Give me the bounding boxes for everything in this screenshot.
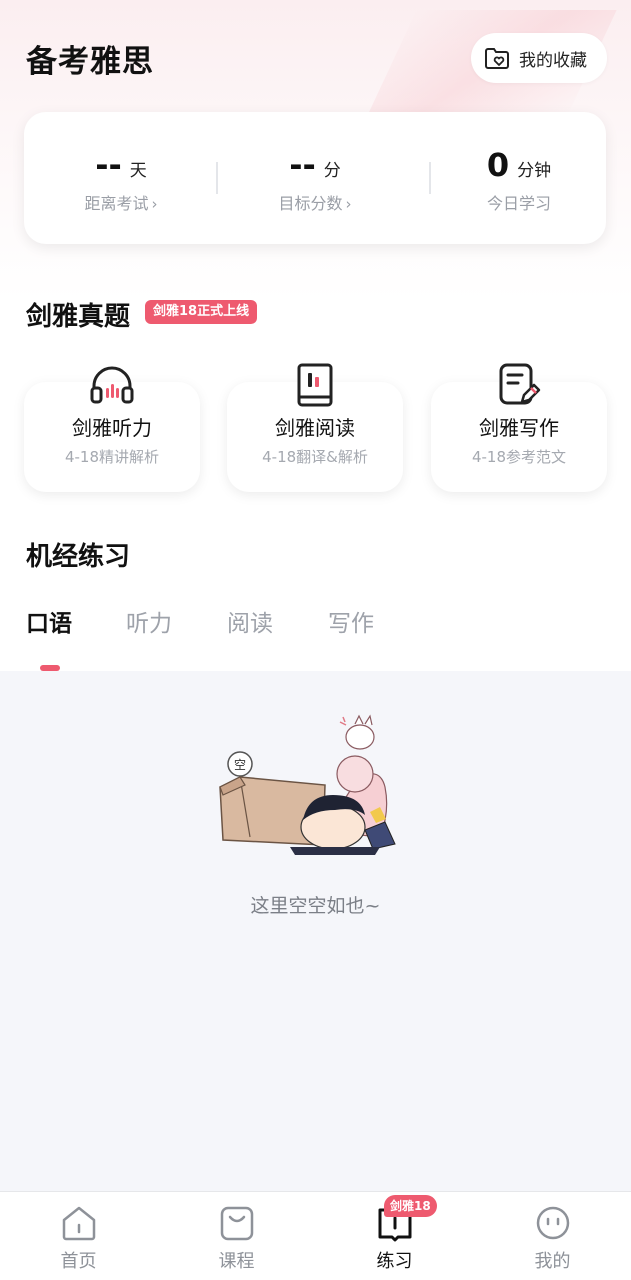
headphones-icon (90, 366, 134, 404)
writing-card[interactable]: 剑雅写作 4-18参考范文 (431, 363, 607, 492)
listening-card[interactable]: 剑雅听力 4-18精讲解析 (24, 366, 200, 492)
tabbar-label: 练习 (376, 1251, 413, 1272)
favorites-label: 我的收藏 (519, 50, 587, 71)
new-release-badge: 剑雅18正式上线 (145, 300, 258, 324)
reading-card[interactable]: 剑雅阅读 4-18翻译&解析 (227, 363, 403, 492)
page-title: 备考雅思 (26, 44, 154, 80)
tab-speaking[interactable]: 口语 (26, 604, 72, 638)
folder-heart-icon (485, 48, 509, 69)
bottom-tabbar: 首页 课程 练习 我的 (0, 1191, 631, 1280)
chevron-right-icon: › (345, 195, 352, 213)
tab-listening[interactable]: 听力 (126, 604, 172, 638)
favorites-button[interactable]: 我的收藏 (471, 33, 607, 83)
card-title: 剑雅阅读 (275, 416, 355, 440)
tabbar-label: 课程 (218, 1251, 255, 1272)
tabbar-label: 我的 (534, 1251, 571, 1272)
target-score-value: -- (289, 146, 316, 184)
empty-bubble-text: 空 (234, 758, 246, 772)
bag-icon (220, 1206, 253, 1241)
practice-tabs: 口语 听力 阅读 写作 (0, 604, 631, 648)
card-title: 剑雅听力 (72, 416, 152, 440)
face-icon (536, 1206, 569, 1240)
empty-state-text: 这里空空如也~ (250, 895, 381, 917)
empty-state-illustration: 空 (219, 714, 396, 855)
note-pen-icon (499, 363, 541, 405)
stats-card: -- 天 距离考试 › -- 分 目标分数 › 0 分钟 今日学习 (24, 112, 606, 244)
card-title: 剑雅写作 (479, 416, 559, 440)
target-score-unit: 分 (323, 161, 341, 181)
real-tests-title: 剑雅真题 (26, 302, 131, 332)
card-subtitle: 4-18翻译&解析 (262, 448, 368, 466)
target-score-label: 目标分数 (278, 194, 343, 213)
header: 备考雅思 我的收藏 (0, 30, 631, 86)
today-study-label: 今日学习 (486, 194, 551, 213)
tabbar-item-profile[interactable]: 我的 (474, 1192, 631, 1280)
tab-reading[interactable]: 阅读 (227, 604, 273, 638)
tab-writing[interactable]: 写作 (328, 604, 374, 638)
today-study-unit: 分钟 (517, 161, 552, 181)
target-score-stat[interactable]: -- 分 目标分数 › (218, 112, 412, 244)
exam-days-label: 距离考试 (84, 194, 149, 213)
exam-countdown-stat[interactable]: -- 天 距离考试 › (24, 112, 218, 244)
home-icon (62, 1206, 95, 1241)
card-subtitle: 4-18参考范文 (471, 448, 567, 466)
chevron-right-icon: › (151, 195, 158, 213)
practice-badge: 剑雅18 (384, 1195, 437, 1217)
machine-practice-title: 机经练习 (26, 542, 131, 572)
tabbar-item-home[interactable]: 首页 (0, 1192, 157, 1280)
card-subtitle: 4-18精讲解析 (64, 448, 160, 466)
today-study-value: 0 (486, 146, 510, 184)
exam-days-unit: 天 (129, 161, 147, 181)
tabbar-label: 首页 (60, 1251, 97, 1272)
today-study-stat: 0 分钟 今日学习 (422, 112, 616, 244)
tabbar-item-courses[interactable]: 课程 (158, 1192, 315, 1280)
book-icon (297, 363, 333, 407)
exam-days-value: -- (95, 146, 122, 184)
